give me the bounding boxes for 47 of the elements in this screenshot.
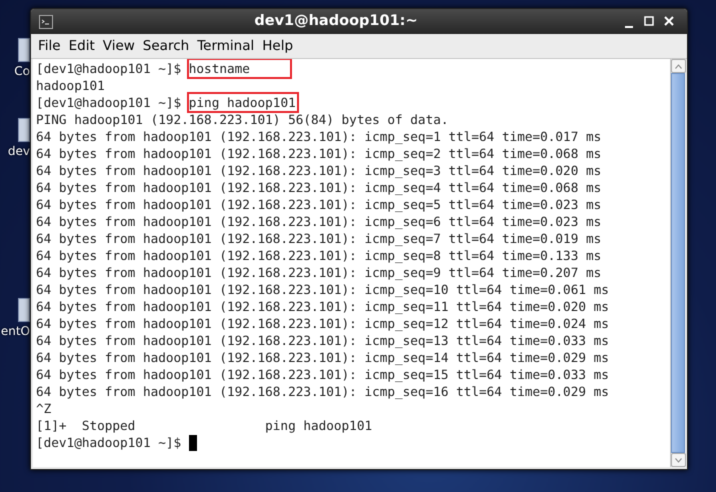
output-text: 64 bytes from hadoop101 (192.168.223.101): icmp_seq=12 ttl=64 time=0.024 ms — [36, 315, 609, 332]
scroll-down-button[interactable] — [671, 453, 686, 467]
output-text: 64 bytes from hadoop101 (192.168.223.101): icmp_seq=11 ttl=64 time=0.020 ms — [36, 298, 609, 315]
output-text: 64 bytes from hadoop101 (192.168.223.101): icmp_seq=3 ttl=64 time=0.020 ms — [36, 162, 602, 179]
desktop-icon-label[interactable]: Co — [14, 65, 30, 77]
desktop-icon-label[interactable]: dev — [8, 145, 30, 157]
output-text: 64 bytes from hadoop101 (192.168.223.101): icmp_seq=13 ttl=64 time=0.033 ms — [36, 332, 609, 349]
maximize-icon — [644, 16, 654, 26]
command-text: hostname — [188, 60, 290, 77]
output-text: PING hadoop101 (192.168.223.101) 56(84) bytes of data. — [36, 111, 448, 128]
desktop-icon[interactable] — [18, 118, 30, 142]
scroll-up-button[interactable] — [671, 59, 686, 73]
menu-item[interactable]: Search — [138, 36, 194, 56]
window-title: dev1@hadoop101:~ — [253, 12, 419, 31]
menu-item[interactable]: Edit — [64, 36, 99, 56]
output-text: 64 bytes from hadoop101 (192.168.223.101): icmp_seq=4 ttl=64 time=0.068 ms — [36, 179, 602, 196]
close-icon — [664, 16, 674, 26]
prompt-text: [dev1@hadoop101 ~]$ — [36, 94, 182, 111]
minimize-icon — [625, 26, 633, 28]
terminal-icon — [39, 14, 53, 28]
desktop-icon-label[interactable]: entO — [0, 325, 30, 337]
output-text: hadoop101 — [36, 77, 105, 94]
scrollbar-thumb[interactable] — [671, 73, 685, 453]
output-text: 64 bytes from hadoop101 (192.168.223.101): icmp_seq=1 ttl=64 time=0.017 ms — [36, 128, 602, 145]
output-text: 64 bytes from hadoop101 (192.168.223.101): icmp_seq=2 ttl=64 time=0.068 ms — [36, 145, 602, 162]
output-text: 64 bytes from hadoop101 (192.168.223.101): icmp_seq=10 ttl=64 time=0.061 ms — [36, 281, 609, 298]
caret-down-icon — [675, 458, 682, 462]
output-text: 64 bytes from hadoop101 (192.168.223.101): icmp_seq=7 ttl=64 time=0.019 ms — [36, 230, 602, 247]
output-text: 64 bytes from hadoop101 (192.168.223.101): icmp_seq=9 ttl=64 time=0.207 ms — [36, 264, 602, 281]
output-text: 64 bytes from hadoop101 (192.168.223.101): icmp_seq=14 ttl=64 time=0.029 ms — [36, 349, 609, 366]
output-text: 64 bytes from hadoop101 (192.168.223.101): icmp_seq=8 ttl=64 time=0.133 ms — [36, 247, 602, 264]
output-text: [1]+ Stopped ping hadoop101 — [36, 417, 372, 434]
output-text: 64 bytes from hadoop101 (192.168.223.101): icmp_seq=5 ttl=64 time=0.023 ms — [36, 196, 602, 213]
prompt-text: [dev1@hadoop101 ~]$ — [36, 60, 182, 77]
caret-up-icon — [675, 64, 682, 68]
output-text: 64 bytes from hadoop101 (192.168.223.101): icmp_seq=15 ttl=64 time=0.033 ms — [36, 366, 609, 383]
menu-item[interactable]: View — [98, 36, 139, 56]
desktop-icon[interactable] — [18, 298, 30, 322]
prompt-text: [dev1@hadoop101 ~]$ — [36, 434, 182, 451]
command-text: ping hadoop101 — [188, 94, 297, 111]
menu-item[interactable]: File — [34, 36, 65, 56]
menu-item[interactable]: Terminal — [193, 36, 258, 56]
output-text: 64 bytes from hadoop101 (192.168.223.101): icmp_seq=16 ttl=64 time=0.029 ms — [36, 383, 609, 400]
output-text: ^Z — [36, 400, 52, 417]
menu-item[interactable]: Help — [258, 36, 298, 56]
desktop-icon[interactable] — [18, 38, 30, 62]
output-text: 64 bytes from hadoop101 (192.168.223.101): icmp_seq=6 ttl=64 time=0.023 ms — [36, 213, 602, 230]
